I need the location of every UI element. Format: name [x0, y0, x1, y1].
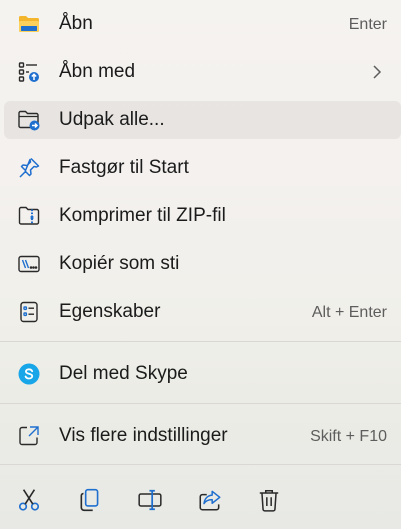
context-menu: Åbn Enter Åbn med Udpak alle... Fastgør … [0, 0, 401, 529]
folder-icon [17, 12, 41, 36]
share-button[interactable] [196, 486, 224, 514]
menu-item-share-skype[interactable]: Del med Skype [4, 355, 401, 393]
open-with-icon [17, 60, 41, 84]
menu-item-pin-to-start[interactable]: Fastgør til Start [4, 149, 401, 187]
pin-icon [17, 156, 41, 180]
menu-item-label: Fastgør til Start [59, 157, 189, 178]
cut-icon [18, 489, 40, 511]
menu-item-label: Del med Skype [59, 363, 188, 384]
menu-item-compress-zip[interactable]: Komprimer til ZIP-fil [4, 197, 401, 235]
menu-item-extract-all[interactable]: Udpak alle... [4, 101, 401, 139]
more-options-icon [17, 424, 41, 448]
menu-separator [0, 403, 401, 404]
menu-item-shortcut: Skift + F10 [310, 428, 387, 445]
copy-path-icon [17, 252, 41, 276]
menu-separator [0, 341, 401, 342]
menu-item-label: Åbn med [59, 61, 136, 82]
menu-item-open-with[interactable]: Åbn med [4, 53, 401, 91]
menu-item-label: Kopiér som sti [59, 253, 180, 274]
menu-item-shortcut: Alt + Enter [311, 304, 387, 321]
cut-button[interactable] [15, 486, 43, 514]
rename-icon [138, 489, 162, 511]
rename-button[interactable] [136, 486, 164, 514]
menu-item-properties[interactable]: Egenskaber Alt + Enter [4, 293, 401, 331]
menu-item-label: Egenskaber [59, 301, 161, 322]
extract-folder-icon [17, 108, 41, 132]
properties-icon [17, 300, 41, 324]
menu-item-label: Åbn [59, 13, 93, 34]
delete-icon [259, 490, 279, 512]
menu-item-label: Komprimer til ZIP-fil [59, 205, 226, 226]
menu-item-more-options[interactable]: Vis flere indstillinger Skift + F10 [4, 417, 401, 455]
menu-item-copy-as-path[interactable]: Kopiér som sti [4, 245, 401, 283]
zip-icon [17, 204, 41, 228]
menu-item-label: Udpak alle... [59, 109, 165, 130]
copy-button[interactable] [76, 486, 104, 514]
copy-icon [80, 488, 99, 512]
quick-actions-toolbar [0, 472, 401, 529]
skype-icon [17, 362, 41, 386]
menu-item-shortcut: Enter [348, 16, 387, 33]
menu-item-open[interactable]: Åbn Enter [4, 5, 401, 43]
share-icon [199, 490, 221, 511]
chevron-right-icon [373, 65, 382, 79]
menu-item-label: Vis flere indstillinger [59, 425, 228, 446]
delete-button[interactable] [255, 486, 283, 514]
menu-separator [0, 464, 401, 465]
